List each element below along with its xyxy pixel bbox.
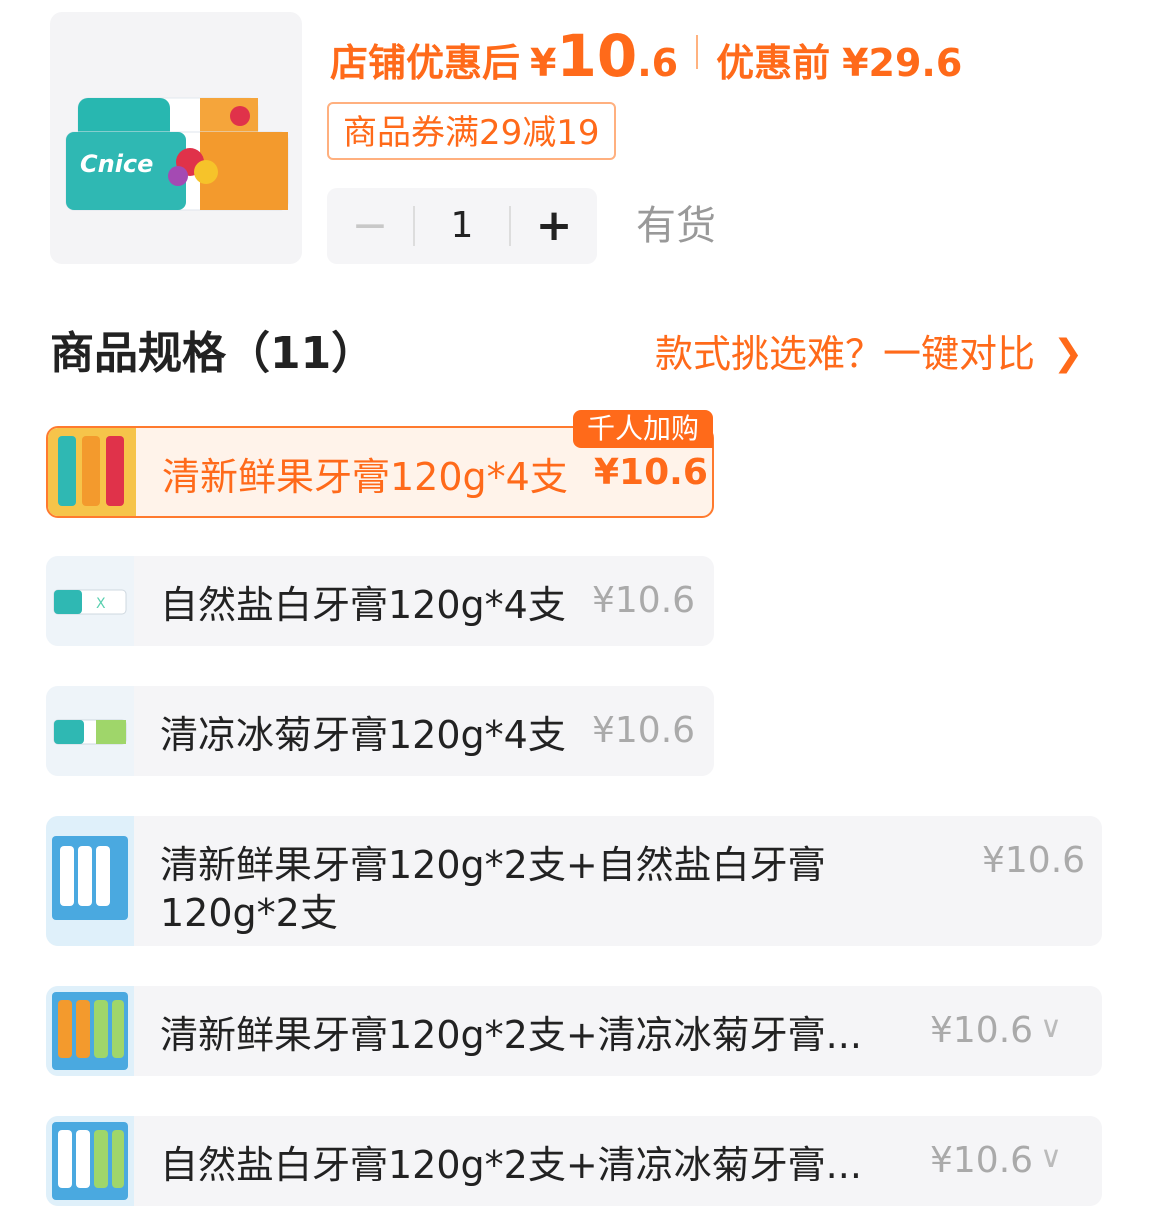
increase-button[interactable]: +: [511, 188, 597, 264]
coupon-badge[interactable]: 商品券满29减19: [327, 102, 616, 160]
popular-badge: 千人加购: [573, 410, 713, 448]
stock-status: 有货: [636, 203, 716, 249]
compare-link[interactable]: 款式挑选难？一键对比 ❯: [655, 330, 1083, 378]
price-before-value: ¥29.6: [842, 41, 963, 85]
option-name: 自然盐白牙膏120g*4支: [160, 583, 566, 627]
price-after-symbol: ¥: [530, 41, 557, 85]
chevron-right-icon: ❯: [1053, 333, 1084, 374]
option-thumb-icon: [46, 1116, 134, 1206]
option-price: ¥10.6: [594, 452, 708, 493]
option-thumb-icon: X: [46, 556, 134, 646]
option-price: ¥10.6: [930, 1010, 1034, 1051]
decrease-button[interactable]: −: [327, 188, 413, 264]
chevron-down-icon[interactable]: ∨: [1040, 1140, 1062, 1175]
price-after-int: 10: [556, 22, 638, 90]
option-thumb-icon: [46, 986, 134, 1076]
option-price: ¥10.6: [592, 710, 696, 751]
option-name: 清新鲜果牙膏120g*2支+清凉冰菊牙膏...: [160, 1013, 862, 1057]
price-divider: [696, 35, 699, 69]
spec-option-salt-4[interactable]: X 自然盐白牙膏120g*4支 ¥10.6: [46, 556, 714, 646]
spec-option-chrysanthemum-4[interactable]: 清凉冰菊牙膏120g*4支 ¥10.6: [46, 686, 714, 776]
price-after-label: 店铺优惠后: [330, 41, 521, 85]
toothpaste-product-icon: [65, 97, 289, 211]
brand-logo-text: Cnice: [80, 150, 154, 178]
svg-text:X: X: [96, 596, 106, 612]
spec-title: 商品规格（11）: [50, 328, 376, 379]
product-image[interactable]: Cnice: [50, 12, 302, 264]
option-price: ¥10.6: [982, 840, 1086, 881]
option-thumb-icon: [46, 816, 134, 946]
spec-option-fruit2-chrysanthemum2[interactable]: 清新鲜果牙膏120g*2支+清凉冰菊牙膏... ¥10.6 ∨: [46, 986, 1102, 1076]
compare-label: 款式挑选难？一键对比: [655, 332, 1036, 376]
option-price: ¥10.6: [930, 1140, 1034, 1181]
spec-option-salt2-chrysanthemum2[interactable]: 自然盐白牙膏120g*2支+清凉冰菊牙膏... ¥10.6 ∨: [46, 1116, 1102, 1206]
price-before-label: 优惠前: [716, 41, 831, 85]
option-thumb-icon: [48, 428, 136, 516]
quantity-value[interactable]: 1: [413, 206, 511, 246]
option-name: 清凉冰菊牙膏120g*4支: [160, 713, 566, 757]
option-thumb-icon: [46, 686, 134, 776]
option-price: ¥10.6: [592, 580, 696, 621]
quantity-stepper: − 1 +: [327, 188, 597, 264]
option-name-line1: 清新鲜果牙膏120g*2支+自然盐白牙膏: [160, 843, 826, 887]
price-line: 店铺优惠后 ¥ 10 .6 优惠前 ¥29.6: [330, 22, 963, 90]
option-name: 清新鲜果牙膏120g*4支: [162, 455, 568, 499]
price-after-dec: .6: [637, 41, 679, 85]
spec-option-fruit2-salt2[interactable]: 清新鲜果牙膏120g*2支+自然盐白牙膏 120g*2支 ¥10.6: [46, 816, 1102, 946]
option-name: 自然盐白牙膏120g*2支+清凉冰菊牙膏...: [160, 1143, 862, 1187]
chevron-down-icon[interactable]: ∨: [1040, 1010, 1062, 1045]
option-name-line2: 120g*2支: [160, 891, 338, 935]
